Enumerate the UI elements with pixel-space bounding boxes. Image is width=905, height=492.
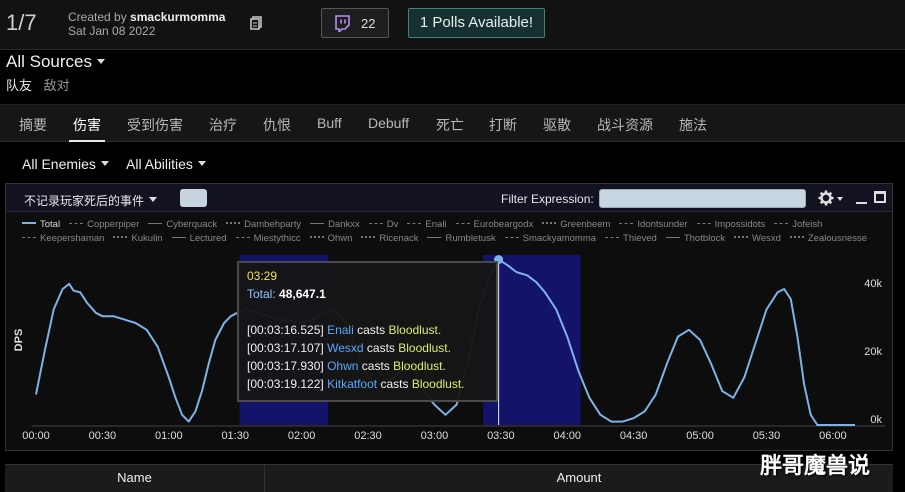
event-player: Wesxd bbox=[327, 341, 364, 355]
tooltip-event: [00:03:19.122] Kitkatfoot casts Bloodlus… bbox=[247, 375, 488, 393]
x-tick-label: 02:00 bbox=[288, 430, 316, 442]
tooltip-event: [00:03:16.525] Enali casts Bloodlust. bbox=[247, 321, 488, 339]
tooltip-total-label: Total: bbox=[247, 287, 276, 301]
x-tick-label: 06:00 bbox=[819, 430, 847, 442]
x-tick-label: 04:30 bbox=[620, 430, 648, 442]
event-spell: Bloodlust. bbox=[393, 359, 446, 373]
x-tick-label: 03:00 bbox=[421, 430, 449, 442]
x-tick-label: 03:30 bbox=[487, 430, 515, 442]
watermark: 胖哥魔兽说 bbox=[760, 453, 871, 478]
y-axis-label: DPS bbox=[13, 329, 25, 352]
y-tick-label: 40k bbox=[864, 278, 882, 290]
tooltip-event: [00:03:17.107] Wesxd casts Bloodlust. bbox=[247, 339, 488, 357]
event-verb: casts bbox=[361, 359, 390, 373]
event-player: Kitkatfoot bbox=[327, 377, 378, 391]
event-player: Enali bbox=[327, 323, 354, 337]
tooltip-event: [00:03:17.930] Ohwn casts Bloodlust. bbox=[247, 357, 488, 375]
x-tick-label: 02:30 bbox=[354, 430, 382, 442]
tooltip-spacer bbox=[247, 303, 488, 321]
event-timestamp: [00:03:19.122] bbox=[247, 377, 324, 391]
event-verb: casts bbox=[357, 323, 386, 337]
tooltip-total-value: 48,647.1 bbox=[279, 287, 326, 301]
y-tick-label: 0k bbox=[870, 414, 882, 426]
event-verb: casts bbox=[366, 341, 395, 355]
tooltip-total-line: Total: 48,647.1 bbox=[247, 285, 488, 303]
y-tick-label: 20k bbox=[864, 346, 882, 358]
x-tick-label: 01:00 bbox=[155, 430, 183, 442]
event-spell: Bloodlust. bbox=[411, 377, 465, 391]
x-tick-label: 00:00 bbox=[22, 430, 50, 442]
event-timestamp: [00:03:16.525] bbox=[247, 323, 324, 337]
event-spell: Bloodlust. bbox=[388, 323, 442, 337]
x-tick-label: 04:00 bbox=[553, 430, 581, 442]
column-header-name[interactable]: Name bbox=[5, 465, 265, 492]
event-player: Ohwn bbox=[327, 359, 359, 373]
x-tick-label: 01:30 bbox=[221, 430, 249, 442]
x-tick-label: 05:00 bbox=[686, 430, 714, 442]
event-verb: casts bbox=[380, 377, 409, 391]
event-timestamp: [00:03:17.107] bbox=[247, 341, 324, 355]
chart-tooltip: 03:29 Total: 48,647.1 [00:03:16.525] Ena… bbox=[237, 261, 498, 402]
tooltip-time: 03:29 bbox=[247, 269, 278, 283]
event-spell: Bloodlust. bbox=[398, 341, 451, 355]
x-tick-label: 05:30 bbox=[753, 430, 781, 442]
event-timestamp: [00:03:17.930] bbox=[247, 359, 324, 373]
x-tick-label: 00:30 bbox=[89, 430, 117, 442]
